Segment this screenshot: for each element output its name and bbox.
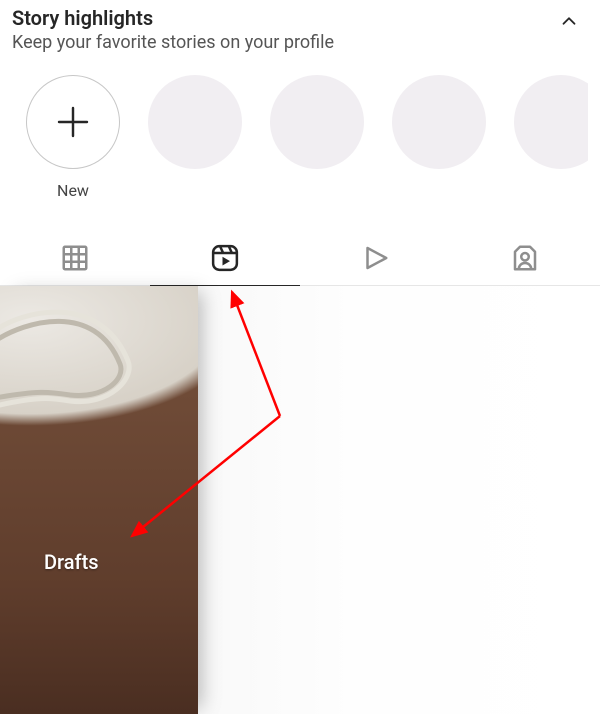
drafts-label: Drafts <box>44 550 99 574</box>
reels-icon <box>210 243 240 273</box>
tab-tagged[interactable] <box>450 230 600 285</box>
highlight-placeholder[interactable] <box>148 75 242 169</box>
highlights-header-text: Story highlights Keep your favorite stor… <box>12 6 334 53</box>
tab-reels[interactable] <box>150 230 300 285</box>
tab-video[interactable] <box>300 230 450 285</box>
highlight-new-circle[interactable] <box>26 75 120 169</box>
highlight-placeholder[interactable] <box>392 75 486 169</box>
profile-tabs <box>0 230 600 286</box>
highlights-row: New <box>12 75 588 200</box>
highlights-title: Story highlights <box>12 6 334 30</box>
highlights-subtitle: Keep your favorite stories on your profi… <box>12 32 334 53</box>
thumbnail-wire-detail <box>0 306 140 426</box>
chevron-up-icon[interactable] <box>558 6 588 36</box>
highlight-placeholder[interactable] <box>270 75 364 169</box>
reels-content-area: Drafts <box>0 286 600 714</box>
highlight-placeholder[interactable] <box>514 75 588 169</box>
tab-grid[interactable] <box>0 230 150 285</box>
plus-icon <box>52 101 94 143</box>
play-icon <box>360 243 390 273</box>
tagged-icon <box>510 243 540 273</box>
highlight-new-label: New <box>57 181 89 200</box>
story-highlights-section: Story highlights Keep your favorite stor… <box>0 0 600 200</box>
highlight-new[interactable]: New <box>26 75 120 200</box>
highlights-header[interactable]: Story highlights Keep your favorite stor… <box>12 6 588 53</box>
grid-icon <box>60 243 90 273</box>
reel-drafts-thumbnail[interactable]: Drafts <box>0 286 198 714</box>
